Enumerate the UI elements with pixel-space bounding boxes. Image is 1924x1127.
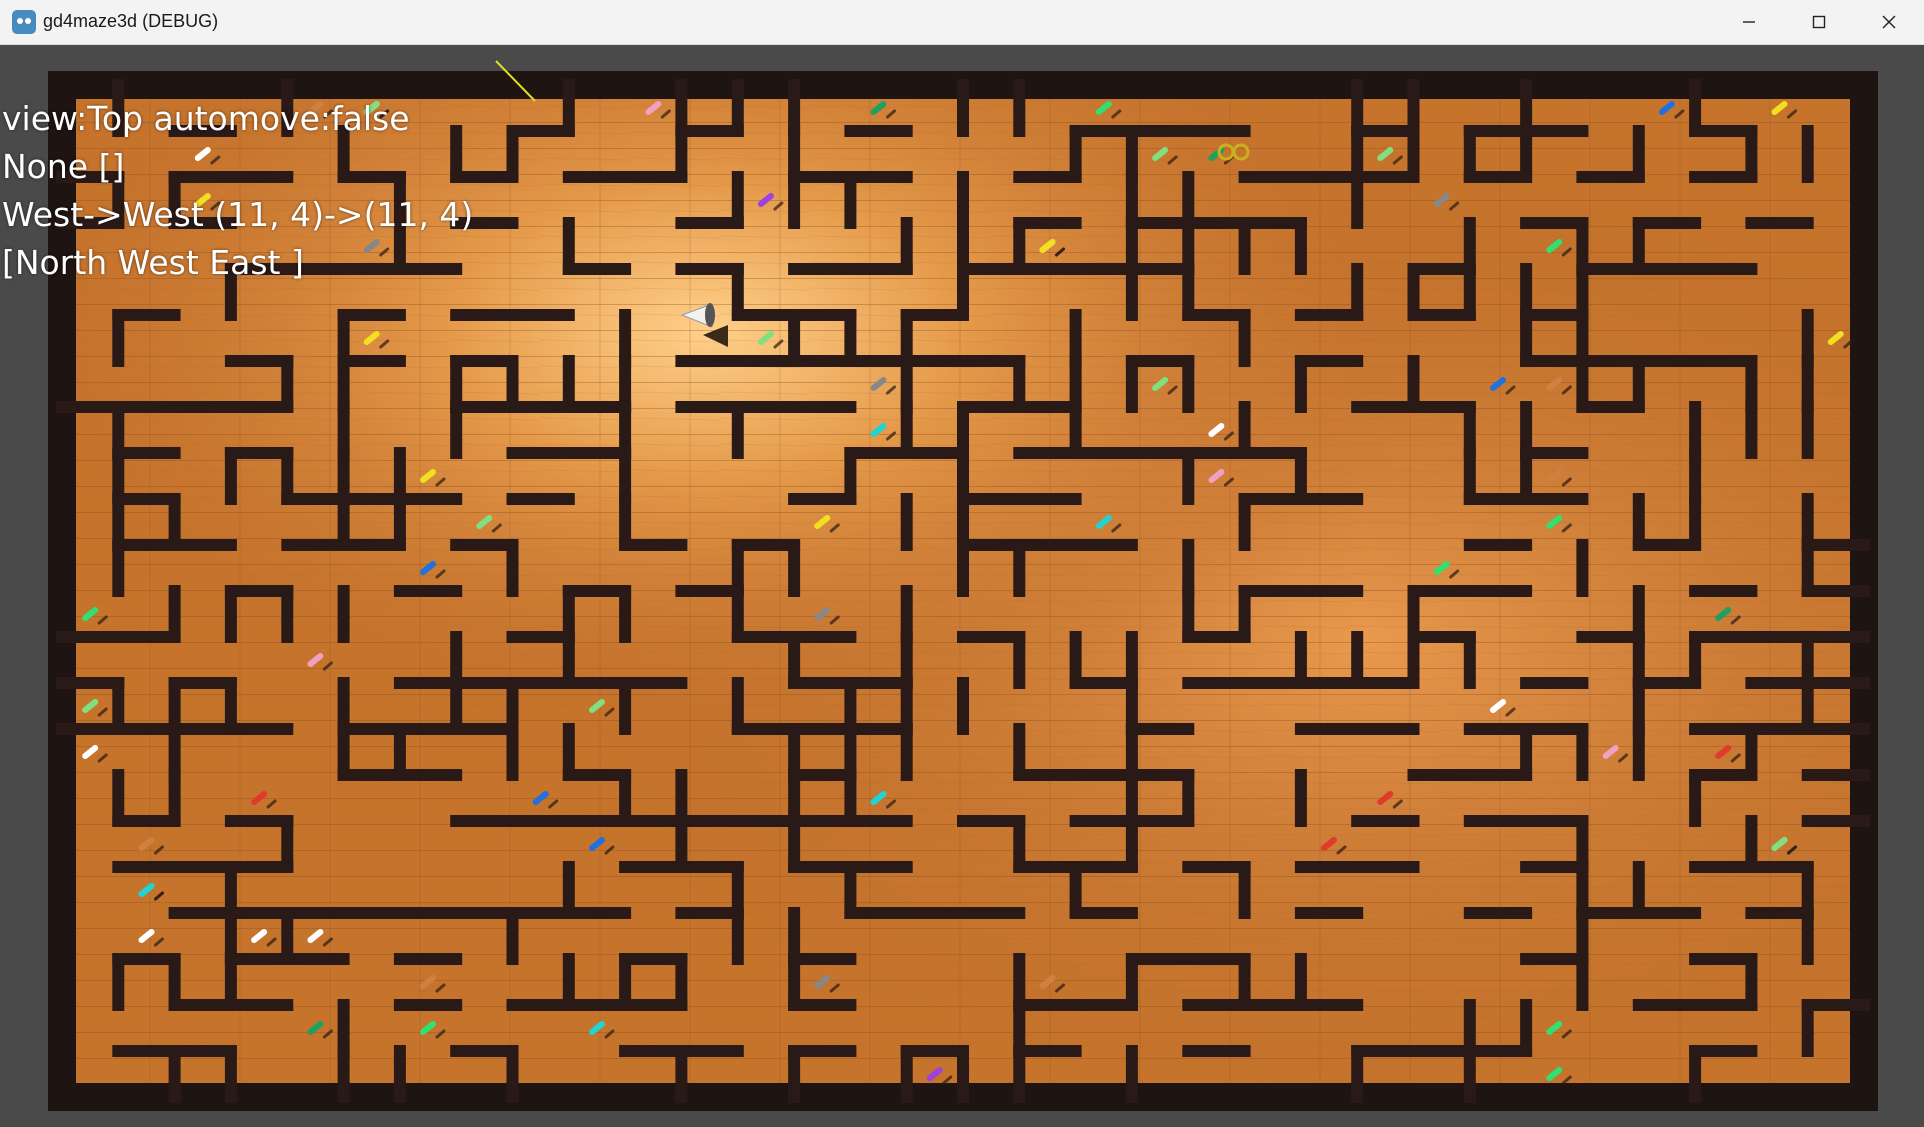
minimize-icon [1743,21,1755,23]
window-title: gd4maze3d (DEBUG) [43,11,219,31]
maximize-button[interactable] [1784,0,1854,44]
debug-hud: view:Top automove:false None [] West->We… [2,95,473,287]
godot-app-icon [12,10,36,34]
minimize-button[interactable] [1714,0,1784,44]
close-icon [1882,15,1896,29]
hud-action-status: None [] [2,147,125,186]
game-viewport[interactable]: view:Top automove:false None [] West->We… [0,45,1924,1127]
hud-view-status: view:Top automove:false [2,99,410,138]
close-button[interactable] [1854,0,1924,44]
window-titlebar[interactable]: gd4maze3d (DEBUG) [0,0,1924,45]
maximize-icon [1812,15,1826,29]
hud-direction-position: West->West (11, 4)->(11, 4) [2,195,474,234]
hud-open-directions: [North West East ] [2,243,304,282]
